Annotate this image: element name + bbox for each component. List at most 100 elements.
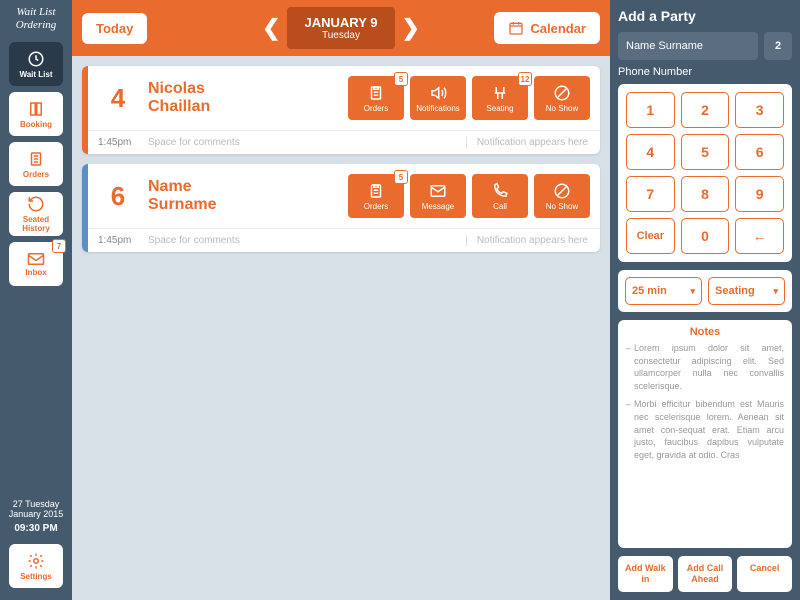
party-size: 6	[98, 181, 138, 212]
action-badge: 5	[394, 72, 408, 86]
clipboard-icon	[367, 182, 385, 200]
topbar: Today ❮ JANUARY 9 Tuesday ❯ Calendar	[72, 0, 610, 56]
date-sub: Tuesday	[305, 30, 378, 41]
party-size-input[interactable]: 2	[764, 32, 792, 60]
nav-label: Orders	[23, 170, 49, 179]
notification-area: Notification appears here	[466, 137, 588, 148]
key-digit-9[interactable]: 9	[735, 176, 784, 212]
phone-label: Phone Number	[618, 66, 792, 78]
chair-icon	[491, 84, 509, 102]
phone-icon	[491, 182, 509, 200]
nav-label: Booking	[20, 120, 52, 129]
notification-area: Notification appears here	[466, 235, 588, 246]
action-row: Orders 5 Message Call No Show	[348, 174, 590, 218]
book-icon	[27, 100, 45, 118]
clipboard-icon	[367, 84, 385, 102]
party-time: 1:45pm	[98, 235, 148, 246]
action-label: Message	[422, 202, 454, 211]
nav-inbox[interactable]: Inbox 7	[9, 242, 63, 286]
main: Today ❮ JANUARY 9 Tuesday ❯ Calendar 4 N	[72, 0, 610, 600]
action-notifications[interactable]: Notifications	[410, 76, 466, 120]
nav-orders[interactable]: Orders	[9, 142, 63, 186]
nav-settings[interactable]: Settings	[9, 544, 63, 588]
action-label: Seating	[486, 104, 513, 113]
app-logo: Wait List Ordering	[6, 6, 66, 34]
action-seating[interactable]: Seating 12	[472, 76, 528, 120]
notes-box[interactable]: Notes Lorem ipsum dolor sit amet, consec…	[618, 320, 792, 548]
party-card[interactable]: 6 NameSurname Orders 5 Message Call No S…	[82, 164, 600, 252]
action-message[interactable]: Message	[410, 174, 466, 218]
action-label: Orders	[364, 202, 388, 211]
key-digit-1[interactable]: 1	[626, 92, 675, 128]
comment-field[interactable]: Space for comments	[148, 137, 466, 148]
action-call[interactable]: Call	[472, 174, 528, 218]
chevron-down-icon: ▾	[773, 286, 778, 297]
inbox-badge: 7	[52, 239, 66, 253]
party-card[interactable]: 4 NicolasChaillan Orders 5 Notifications…	[82, 66, 600, 154]
sidebar-date: 27 Tuesday January 2015	[0, 499, 72, 519]
clipboard-icon	[27, 150, 45, 168]
key-digit-0[interactable]: 0	[681, 218, 730, 254]
action-no show[interactable]: No Show	[534, 76, 590, 120]
notes-text: Lorem ipsum dolor sit amet, consectetur …	[626, 342, 784, 461]
action-badge: 5	[394, 170, 408, 184]
action-orders[interactable]: Orders 5	[348, 76, 404, 120]
key-digit-7[interactable]: 7	[626, 176, 675, 212]
action-orders[interactable]: Orders 5	[348, 174, 404, 218]
history-icon	[27, 195, 45, 213]
add-party-panel: Add a Party Name Surname 2 Phone Number …	[610, 0, 800, 600]
today-button[interactable]: Today	[82, 13, 147, 44]
action-label: No Show	[546, 202, 578, 211]
action-badge: 12	[518, 72, 532, 86]
date-display[interactable]: JANUARY 9 Tuesday	[287, 7, 396, 49]
party-name-input[interactable]: Name Surname	[618, 32, 758, 60]
chevron-down-icon: ▾	[690, 286, 695, 297]
prev-day-button[interactable]: ❮	[256, 15, 286, 41]
key-backspace[interactable]: ←	[735, 218, 784, 254]
party-name: NameSurname	[138, 178, 348, 213]
status-bar	[82, 66, 88, 154]
notes-title: Notes	[626, 326, 784, 338]
mail-icon	[27, 252, 45, 266]
cancel-button[interactable]: Cancel	[737, 556, 792, 592]
wait-time-dropdown[interactable]: 25 min ▾	[625, 277, 702, 305]
phone-keypad: 123 456 789 Clear0←	[618, 84, 792, 262]
nav-waitlist[interactable]: Wait List	[9, 42, 63, 86]
seating-dropdown[interactable]: Seating ▾	[708, 277, 785, 305]
comment-field[interactable]: Space for comments	[148, 235, 466, 246]
add-walkin-button[interactable]: Add Walk in	[618, 556, 673, 592]
nav-label: Inbox	[25, 268, 46, 277]
sidebar: Wait List Ordering Wait List Booking Ord…	[0, 0, 72, 600]
status-bar	[82, 164, 88, 252]
action-label: No Show	[546, 104, 578, 113]
sound-icon	[429, 84, 447, 102]
nav-booking[interactable]: Booking	[9, 92, 63, 136]
action-label: Notifications	[416, 104, 460, 113]
key-digit-4[interactable]: 4	[626, 134, 675, 170]
key-digit-6[interactable]: 6	[735, 134, 784, 170]
add-call-ahead-button[interactable]: Add Call Ahead	[678, 556, 733, 592]
party-time: 1:45pm	[98, 137, 148, 148]
noshow-icon	[553, 182, 571, 200]
key-digit-2[interactable]: 2	[681, 92, 730, 128]
key-digit-5[interactable]: 5	[681, 134, 730, 170]
date-main: JANUARY 9	[305, 15, 378, 30]
party-list: 4 NicolasChaillan Orders 5 Notifications…	[72, 56, 610, 600]
clock-icon	[27, 50, 45, 68]
sidebar-time: 09:30 PM	[14, 523, 57, 534]
nav-seated-history[interactable]: Seated History	[9, 192, 63, 236]
nav-label: Wait List	[19, 70, 52, 79]
action-no show[interactable]: No Show	[534, 174, 590, 218]
calendar-button[interactable]: Calendar	[494, 12, 600, 44]
party-size: 4	[98, 83, 138, 114]
action-label: Call	[493, 202, 507, 211]
action-label: Orders	[364, 104, 388, 113]
key-clear[interactable]: Clear	[626, 218, 675, 254]
key-digit-8[interactable]: 8	[681, 176, 730, 212]
calendar-icon	[508, 20, 524, 36]
nav-label: Settings	[20, 572, 52, 581]
nav-label: Seated History	[9, 215, 63, 233]
action-row: Orders 5 Notifications Seating 12 No Sho…	[348, 76, 590, 120]
key-digit-3[interactable]: 3	[735, 92, 784, 128]
next-day-button[interactable]: ❯	[395, 15, 425, 41]
